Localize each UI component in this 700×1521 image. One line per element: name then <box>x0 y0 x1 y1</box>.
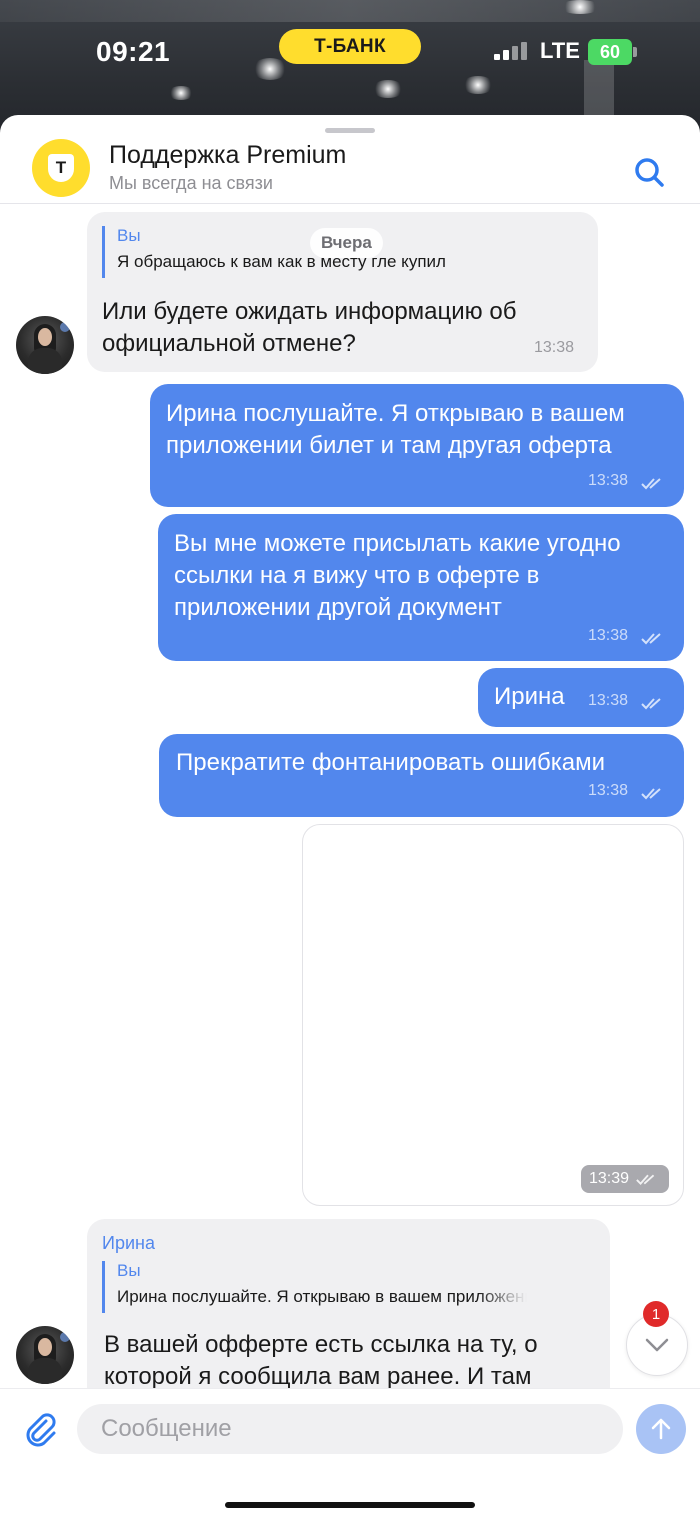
avatar-face <box>38 1338 52 1356</box>
attach-button[interactable] <box>22 1411 58 1447</box>
reply-author: Вы <box>117 1261 141 1280</box>
battery-icon: 60 <box>588 39 632 65</box>
message-time: 13:38 <box>534 339 575 356</box>
paperclip-icon <box>26 1413 56 1447</box>
bank-badge: Т-БАНК <box>279 29 421 64</box>
search-icon <box>635 158 664 187</box>
bank-logo-letter: Т <box>55 158 67 177</box>
search-button[interactable] <box>630 153 670 193</box>
message-time: 13:38 <box>588 472 629 489</box>
message-bubble-outgoing[interactable]: Ирина 13:38 <box>478 668 684 727</box>
message-text: Прекратите фонтанировать ошибками <box>176 749 606 776</box>
chat-title[interactable]: Поддержка Premium <box>109 141 346 170</box>
message-text: В вашей офферте есть ссылка на ту, о кот… <box>104 1331 538 1390</box>
message-time: 13:38 <box>588 627 629 644</box>
message-time: 13:38 <box>588 692 629 709</box>
sender-avatar[interactable] <box>16 316 74 374</box>
home-indicator <box>225 1502 475 1508</box>
date-separator: Вчера <box>310 228 383 258</box>
message-time: 13:38 <box>588 782 629 799</box>
send-button[interactable] <box>636 1404 686 1454</box>
message-bubble-outgoing[interactable]: Прекратите фонтанировать ошибками 13:38 <box>159 734 684 817</box>
signal-icon <box>494 42 527 60</box>
double-check-icon <box>641 698 661 710</box>
avatar-light <box>60 1332 70 1342</box>
double-check-icon <box>636 1174 655 1185</box>
chat-header: Т Поддержка Premium Мы всегда на связи <box>0 133 700 203</box>
double-check-icon <box>641 788 661 800</box>
message-bubble-outgoing[interactable]: Ирина послушайте. Я открываю в вашем при… <box>150 384 684 507</box>
header-divider <box>0 203 700 204</box>
ceiling-light <box>560 0 600 14</box>
double-check-icon <box>641 478 661 490</box>
chat-sheet: Т Поддержка Premium Мы всегда на связи В… <box>0 115 700 1521</box>
message-bubble-outgoing[interactable]: Вы мне можете присылать какие угодно ссы… <box>158 514 684 661</box>
chat-avatar[interactable]: Т <box>32 139 90 197</box>
sender-name[interactable]: Ирина <box>102 1233 155 1254</box>
avatar-body <box>28 1358 62 1384</box>
avatar-light <box>60 322 70 332</box>
network-type: LTE <box>540 38 580 63</box>
unread-badge: 1 <box>643 1301 669 1327</box>
ceiling-light <box>252 58 288 80</box>
reply-quote[interactable]: Вы Ирина послушайте. Я открываю в вашем … <box>102 1261 527 1313</box>
image-time-chip: 13:39 <box>580 1165 669 1193</box>
bank-logo-icon: Т <box>48 154 74 182</box>
message-composer <box>0 1388 700 1521</box>
reply-text: Ирина послушайте. Я открываю в вашем при… <box>117 1287 527 1306</box>
message-text: Вы мне можете присылать какие угодно ссы… <box>174 530 621 621</box>
battery-level: 60 <box>599 41 621 62</box>
chat-subtitle: Мы всегда на связи <box>109 173 273 193</box>
message-text: Или будете ожидать информацию об официал… <box>102 298 517 357</box>
ceiling-light <box>462 76 494 94</box>
status-time: 09:21 <box>96 36 171 67</box>
avatar-body <box>28 348 62 374</box>
message-text: Ирина послушайте. Я открываю в вашем при… <box>166 400 625 459</box>
send-arrow-icon <box>651 1418 671 1440</box>
sender-avatar[interactable] <box>16 1326 74 1384</box>
ceiling-light <box>372 80 404 98</box>
image-message[interactable]: 13:39 <box>302 824 684 1206</box>
message-time: 13:39 <box>588 1170 629 1187</box>
chevron-down-icon <box>645 1338 669 1352</box>
double-check-icon <box>641 633 661 645</box>
message-input[interactable] <box>77 1404 623 1454</box>
message-text: Ирина <box>494 683 565 710</box>
avatar-face <box>38 328 52 346</box>
ceiling-light <box>168 86 194 100</box>
battery-nub <box>633 47 637 57</box>
